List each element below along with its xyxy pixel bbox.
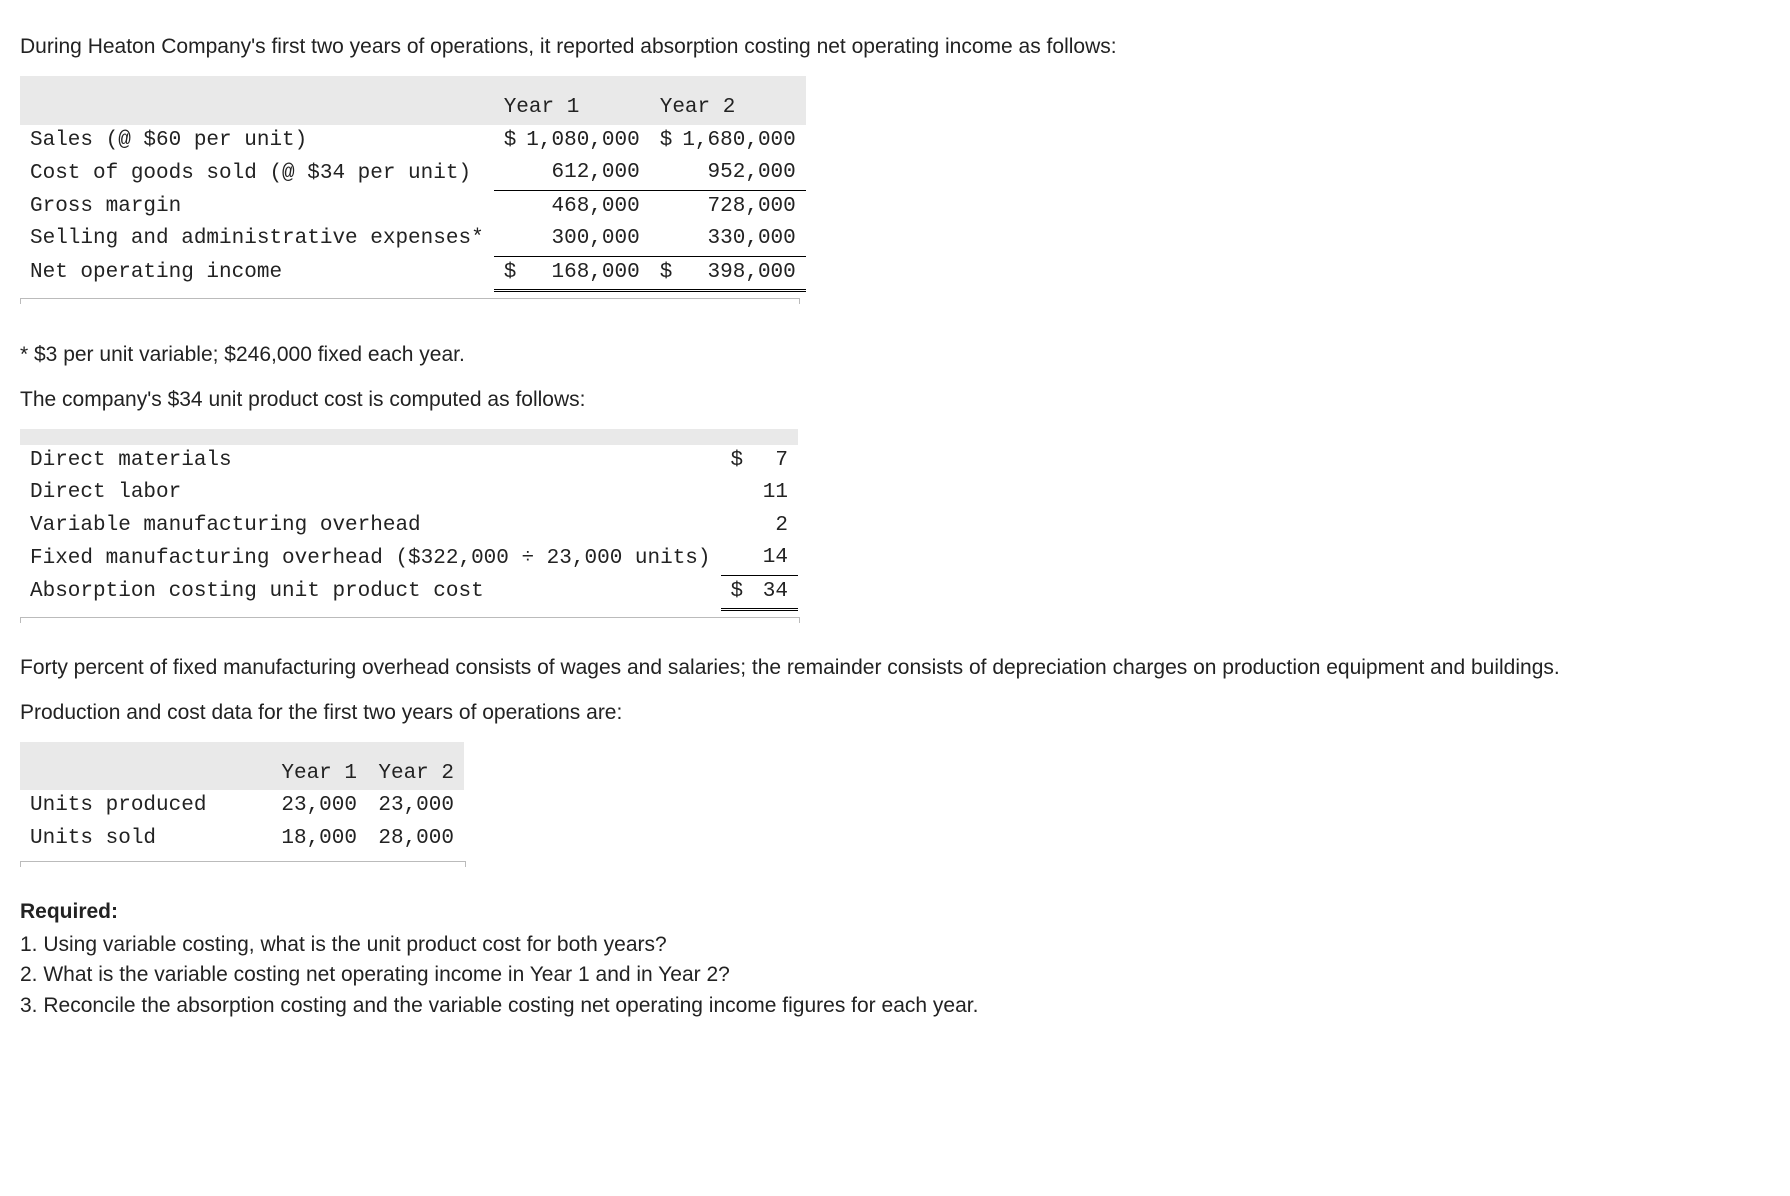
cell-value: 23,000 [367, 790, 464, 822]
question-3: 3. Reconcile the absorption costing and … [20, 991, 1770, 1021]
currency-symbol: $ [650, 256, 673, 290]
cell-value: 28,000 [367, 823, 464, 855]
currency-symbol: $ [494, 256, 517, 290]
col-header-year1: Year 1 [494, 92, 650, 124]
cell-value: 300,000 [516, 223, 649, 256]
cell-value: 2 [746, 510, 798, 542]
scroll-hint-bar [20, 298, 800, 304]
row-label: Variable manufacturing overhead [20, 510, 721, 542]
row-label: Units produced [20, 790, 270, 822]
row-label: Gross margin [20, 190, 494, 223]
row-label: Absorption costing unit product cost [20, 575, 721, 609]
required-heading: Required: [20, 897, 1770, 927]
question-2: 2. What is the variable costing net oper… [20, 960, 1770, 990]
table-row: Variable manufacturing overhead 2 [20, 510, 798, 542]
row-label: Units sold [20, 823, 270, 855]
table-row: Net operating income $ 168,000 $ 398,000 [20, 256, 806, 290]
row-label: Fixed manufacturing overhead ($322,000 ÷… [20, 542, 721, 575]
cell-value: 728,000 [672, 190, 805, 223]
table-row: Units produced 23,000 23,000 [20, 790, 464, 822]
currency-symbol [650, 190, 673, 223]
table-row: Selling and administrative expenses* 300… [20, 223, 806, 256]
cell-value: 18,000 [270, 823, 367, 855]
production-data-table: Year 1 Year 2 Units produced 23,000 23,0… [20, 742, 464, 855]
unit-cost-intro: The company's $34 unit product cost is c… [20, 385, 1770, 415]
intro-paragraph: During Heaton Company's first two years … [20, 32, 1770, 62]
question-1: 1. Using variable costing, what is the u… [20, 930, 1770, 960]
currency-symbol [494, 190, 517, 223]
table-row: Absorption costing unit product cost $ 3… [20, 575, 798, 609]
table-row: Direct labor 11 [20, 477, 798, 509]
cell-value: 23,000 [270, 790, 367, 822]
scroll-hint-bar [20, 861, 466, 867]
cell-value: 612,000 [516, 157, 649, 190]
currency-symbol [650, 157, 673, 190]
cell-value: 330,000 [672, 223, 805, 256]
cell-value: 11 [746, 477, 798, 509]
cell-value: 398,000 [672, 256, 805, 290]
table-row: Units sold 18,000 28,000 [20, 823, 464, 855]
col-header-year2: Year 2 [367, 758, 464, 790]
row-label: Selling and administrative expenses* [20, 223, 494, 256]
currency-symbol [494, 223, 517, 256]
cell-value: 468,000 [516, 190, 649, 223]
row-label: Direct labor [20, 477, 721, 509]
currency-symbol [494, 157, 517, 190]
cell-value: 14 [746, 542, 798, 575]
currency-symbol: $ [650, 125, 673, 157]
currency-symbol: $ [721, 445, 746, 477]
cell-value: 1,080,000 [516, 125, 649, 157]
overhead-note: Forty percent of fixed manufacturing ove… [20, 653, 1770, 683]
cell-value: 168,000 [516, 256, 649, 290]
table-row: Fixed manufacturing overhead ($322,000 ÷… [20, 542, 798, 575]
unit-cost-table: Direct materials $ 7 Direct labor 11 Var… [20, 429, 798, 611]
table-row: Direct materials $ 7 [20, 445, 798, 477]
row-label: Direct materials [20, 445, 721, 477]
table-row: Sales (@ $60 per unit) $ 1,080,000 $ 1,6… [20, 125, 806, 157]
col-header-year2: Year 2 [650, 92, 806, 124]
currency-symbol [650, 223, 673, 256]
currency-symbol [721, 542, 746, 575]
production-intro: Production and cost data for the first t… [20, 698, 1770, 728]
cell-value: 952,000 [672, 157, 805, 190]
col-header-year1: Year 1 [270, 758, 367, 790]
currency-symbol [721, 510, 746, 542]
row-label: Net operating income [20, 256, 494, 290]
currency-symbol: $ [721, 575, 746, 609]
table-row: Cost of goods sold (@ $34 per unit) 612,… [20, 157, 806, 190]
cell-value: 34 [746, 575, 798, 609]
cell-value: 1,680,000 [672, 125, 805, 157]
row-label: Cost of goods sold (@ $34 per unit) [20, 157, 494, 190]
footnote-text: * $3 per unit variable; $246,000 fixed e… [20, 340, 1770, 370]
currency-symbol [721, 477, 746, 509]
income-statement-table: Year 1 Year 2 Sales (@ $60 per unit) $ 1… [20, 76, 806, 292]
table-row: Gross margin 468,000 728,000 [20, 190, 806, 223]
cell-value: 7 [746, 445, 798, 477]
row-label: Sales (@ $60 per unit) [20, 125, 494, 157]
scroll-hint-bar [20, 617, 800, 623]
currency-symbol: $ [494, 125, 517, 157]
